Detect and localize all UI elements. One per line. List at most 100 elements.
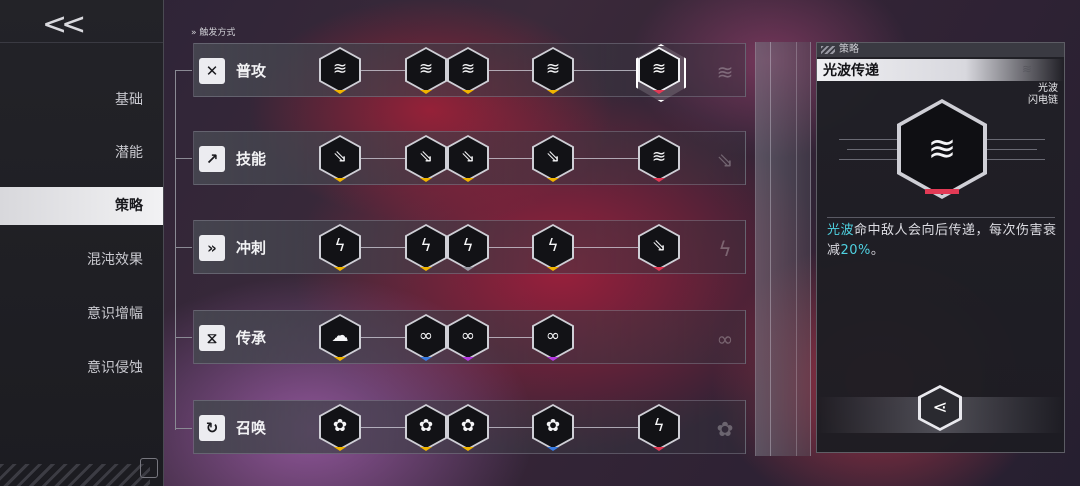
lightning-icon: ϟ xyxy=(462,236,474,256)
lightning-icon: ϟ xyxy=(653,416,665,436)
sidebar-item-consciousness-boost[interactable]: 意识增幅 xyxy=(0,295,163,333)
circuit-line xyxy=(987,139,1045,140)
row-track xyxy=(324,247,664,248)
tag-light-wave: 光波 xyxy=(1038,83,1058,94)
strategy-row-summon: ↻ 召唤 ✿ ✿ ✿ ✿ ϟ ✿ xyxy=(193,400,746,454)
flower-icon: ✿ xyxy=(545,416,561,436)
tree-branch xyxy=(175,428,192,429)
tree-connector xyxy=(175,70,176,430)
strategy-node[interactable]: ✿ xyxy=(319,404,361,452)
circuit-line xyxy=(839,159,897,160)
strategy-description: 光波命中敌人会向后传递，每次伤害衰减20%。 xyxy=(827,221,1057,261)
strategy-large-icon: ≋ xyxy=(897,99,987,199)
sidebar-item-strategy[interactable]: 策略 xyxy=(0,187,163,225)
panel-divider xyxy=(827,217,1055,218)
light-wave-icon: ≋ xyxy=(545,59,561,79)
strategy-row-skill: ↗ 技能 ⇘ ⇘ ⇘ ⇘ ≋ ⇘ xyxy=(193,131,746,185)
strategy-node[interactable]: ϟ xyxy=(447,224,489,272)
strategy-node[interactable]: ϟ xyxy=(405,224,447,272)
double-chevron-down-icon: » xyxy=(191,28,197,38)
row-track xyxy=(324,70,664,71)
lightning-icon: ϟ xyxy=(334,236,346,256)
spear-icon: ⇘ xyxy=(716,148,734,172)
strategy-row-inherit: ⧖ 传承 ☁ ∞ ∞ ∞ ∞ xyxy=(193,310,746,364)
strategy-node[interactable]: ✿ xyxy=(447,404,489,452)
circuit-line xyxy=(987,149,1037,150)
sidebar-item-basic[interactable]: 基础 xyxy=(0,81,163,119)
lightning-icon: ϟ xyxy=(718,237,732,261)
strategy-node[interactable]: ϟ xyxy=(638,404,680,452)
detail-panel: 策略 光波传递 ≋ 光波 闪电链 ≋ 光波命中敌人会向后传递，每次伤害衰减20%… xyxy=(816,42,1065,453)
light-wave-icon: ≋ xyxy=(460,59,476,79)
dna-icon: ⧖ xyxy=(199,325,225,351)
flower-icon: ✿ xyxy=(460,416,476,436)
desc-end: 。 xyxy=(870,243,885,258)
panel-tags: 光波 闪电链 xyxy=(1028,83,1058,107)
light-wave-icon: ≋ xyxy=(1022,62,1033,76)
strategy-node[interactable]: ϟ xyxy=(532,224,574,272)
strategy-node[interactable]: ∞ xyxy=(447,314,489,362)
light-wave-icon: ≋ xyxy=(651,147,667,167)
spear-icon: ⇘ xyxy=(651,236,667,256)
panel-title: 光波传递 xyxy=(823,63,879,79)
stripes-icon xyxy=(821,46,835,54)
row-track xyxy=(324,427,664,428)
flower-icon: ✿ xyxy=(418,416,434,436)
row-track xyxy=(324,158,664,159)
row-label: 传承 xyxy=(236,329,267,347)
flower-icon: ✿ xyxy=(716,417,734,441)
circuit-line xyxy=(987,159,1045,160)
spear-icon: ⇘ xyxy=(332,147,348,167)
strategy-row-dash: » 冲刺 ϟ ϟ ϟ ϟ ⇘ ϟ xyxy=(193,220,746,274)
strategy-node[interactable]: ⇘ xyxy=(532,135,574,183)
spear-icon: ⇘ xyxy=(460,147,476,167)
strategy-node[interactable]: ≋ xyxy=(638,135,680,183)
tag-lightning-chain: 闪电链 xyxy=(1028,95,1058,106)
light-wave-icon: ≋ xyxy=(418,59,434,79)
sidebar-divider xyxy=(0,42,163,43)
sidebar-item-consciousness-erosion[interactable]: 意识侵蚀 xyxy=(0,349,163,387)
strategy-row-attack: ✕ 普攻 ≋ ≋ ≋ ≋ ≋ ≋ xyxy=(193,43,746,102)
back-button[interactable]: << xyxy=(42,8,92,42)
row-label: 普攻 xyxy=(236,62,267,80)
chain-nodes-icon: ∞ xyxy=(418,326,434,346)
row-label: 技能 xyxy=(236,150,267,168)
desc-keyword: 光波 xyxy=(827,223,855,238)
strategy-node[interactable]: ≋ xyxy=(447,47,489,95)
storm-cloud-icon: ☁ xyxy=(331,326,349,346)
trigger-header: » 触发方式 xyxy=(191,25,235,38)
strategy-node[interactable]: ≋ xyxy=(319,47,361,95)
crossed-swords-icon: ✕ xyxy=(199,58,225,84)
sidebar-item-chaos-effect[interactable]: 混沌效果 xyxy=(0,241,163,279)
strategy-node-selected[interactable]: ≋ xyxy=(636,44,686,102)
panel-header-label: 策略 xyxy=(839,44,859,55)
light-wave-icon: ≋ xyxy=(927,129,957,169)
decorative-column xyxy=(755,42,811,456)
light-wave-icon: ≋ xyxy=(651,59,667,79)
light-wave-icon: ≋ xyxy=(332,59,348,79)
lightning-icon: ϟ xyxy=(547,236,559,256)
desc-percent: 20% xyxy=(840,243,871,258)
chain-nodes-icon: ∞ xyxy=(716,327,734,351)
strategy-node[interactable]: ✿ xyxy=(532,404,574,452)
strategy-node[interactable]: ⇘ xyxy=(405,135,447,183)
sidebar-item-potential[interactable]: 潜能 xyxy=(0,134,163,172)
strategy-node[interactable]: ⇘ xyxy=(447,135,489,183)
strategy-node[interactable]: ≋ xyxy=(405,47,447,95)
strategy-node[interactable]: ⇘ xyxy=(638,224,680,272)
strategy-node[interactable]: ϟ xyxy=(319,224,361,272)
strategy-node[interactable]: ≋ xyxy=(532,47,574,95)
lightning-icon: ϟ xyxy=(420,236,432,256)
flower-icon: ✿ xyxy=(332,416,348,436)
panel-header: 策略 xyxy=(817,43,1064,57)
dash-icon: » xyxy=(199,235,225,261)
strategy-node[interactable]: ✿ xyxy=(405,404,447,452)
tree-branch xyxy=(175,70,192,71)
circuit-line xyxy=(847,149,897,150)
strategy-node[interactable]: ⇘ xyxy=(319,135,361,183)
strategy-node[interactable]: ☁ xyxy=(319,314,361,362)
strategy-node[interactable]: ∞ xyxy=(532,314,574,362)
strategy-node[interactable]: ∞ xyxy=(405,314,447,362)
summon-swirl-icon: ↻ xyxy=(199,415,225,441)
spear-icon: ⇘ xyxy=(545,147,561,167)
